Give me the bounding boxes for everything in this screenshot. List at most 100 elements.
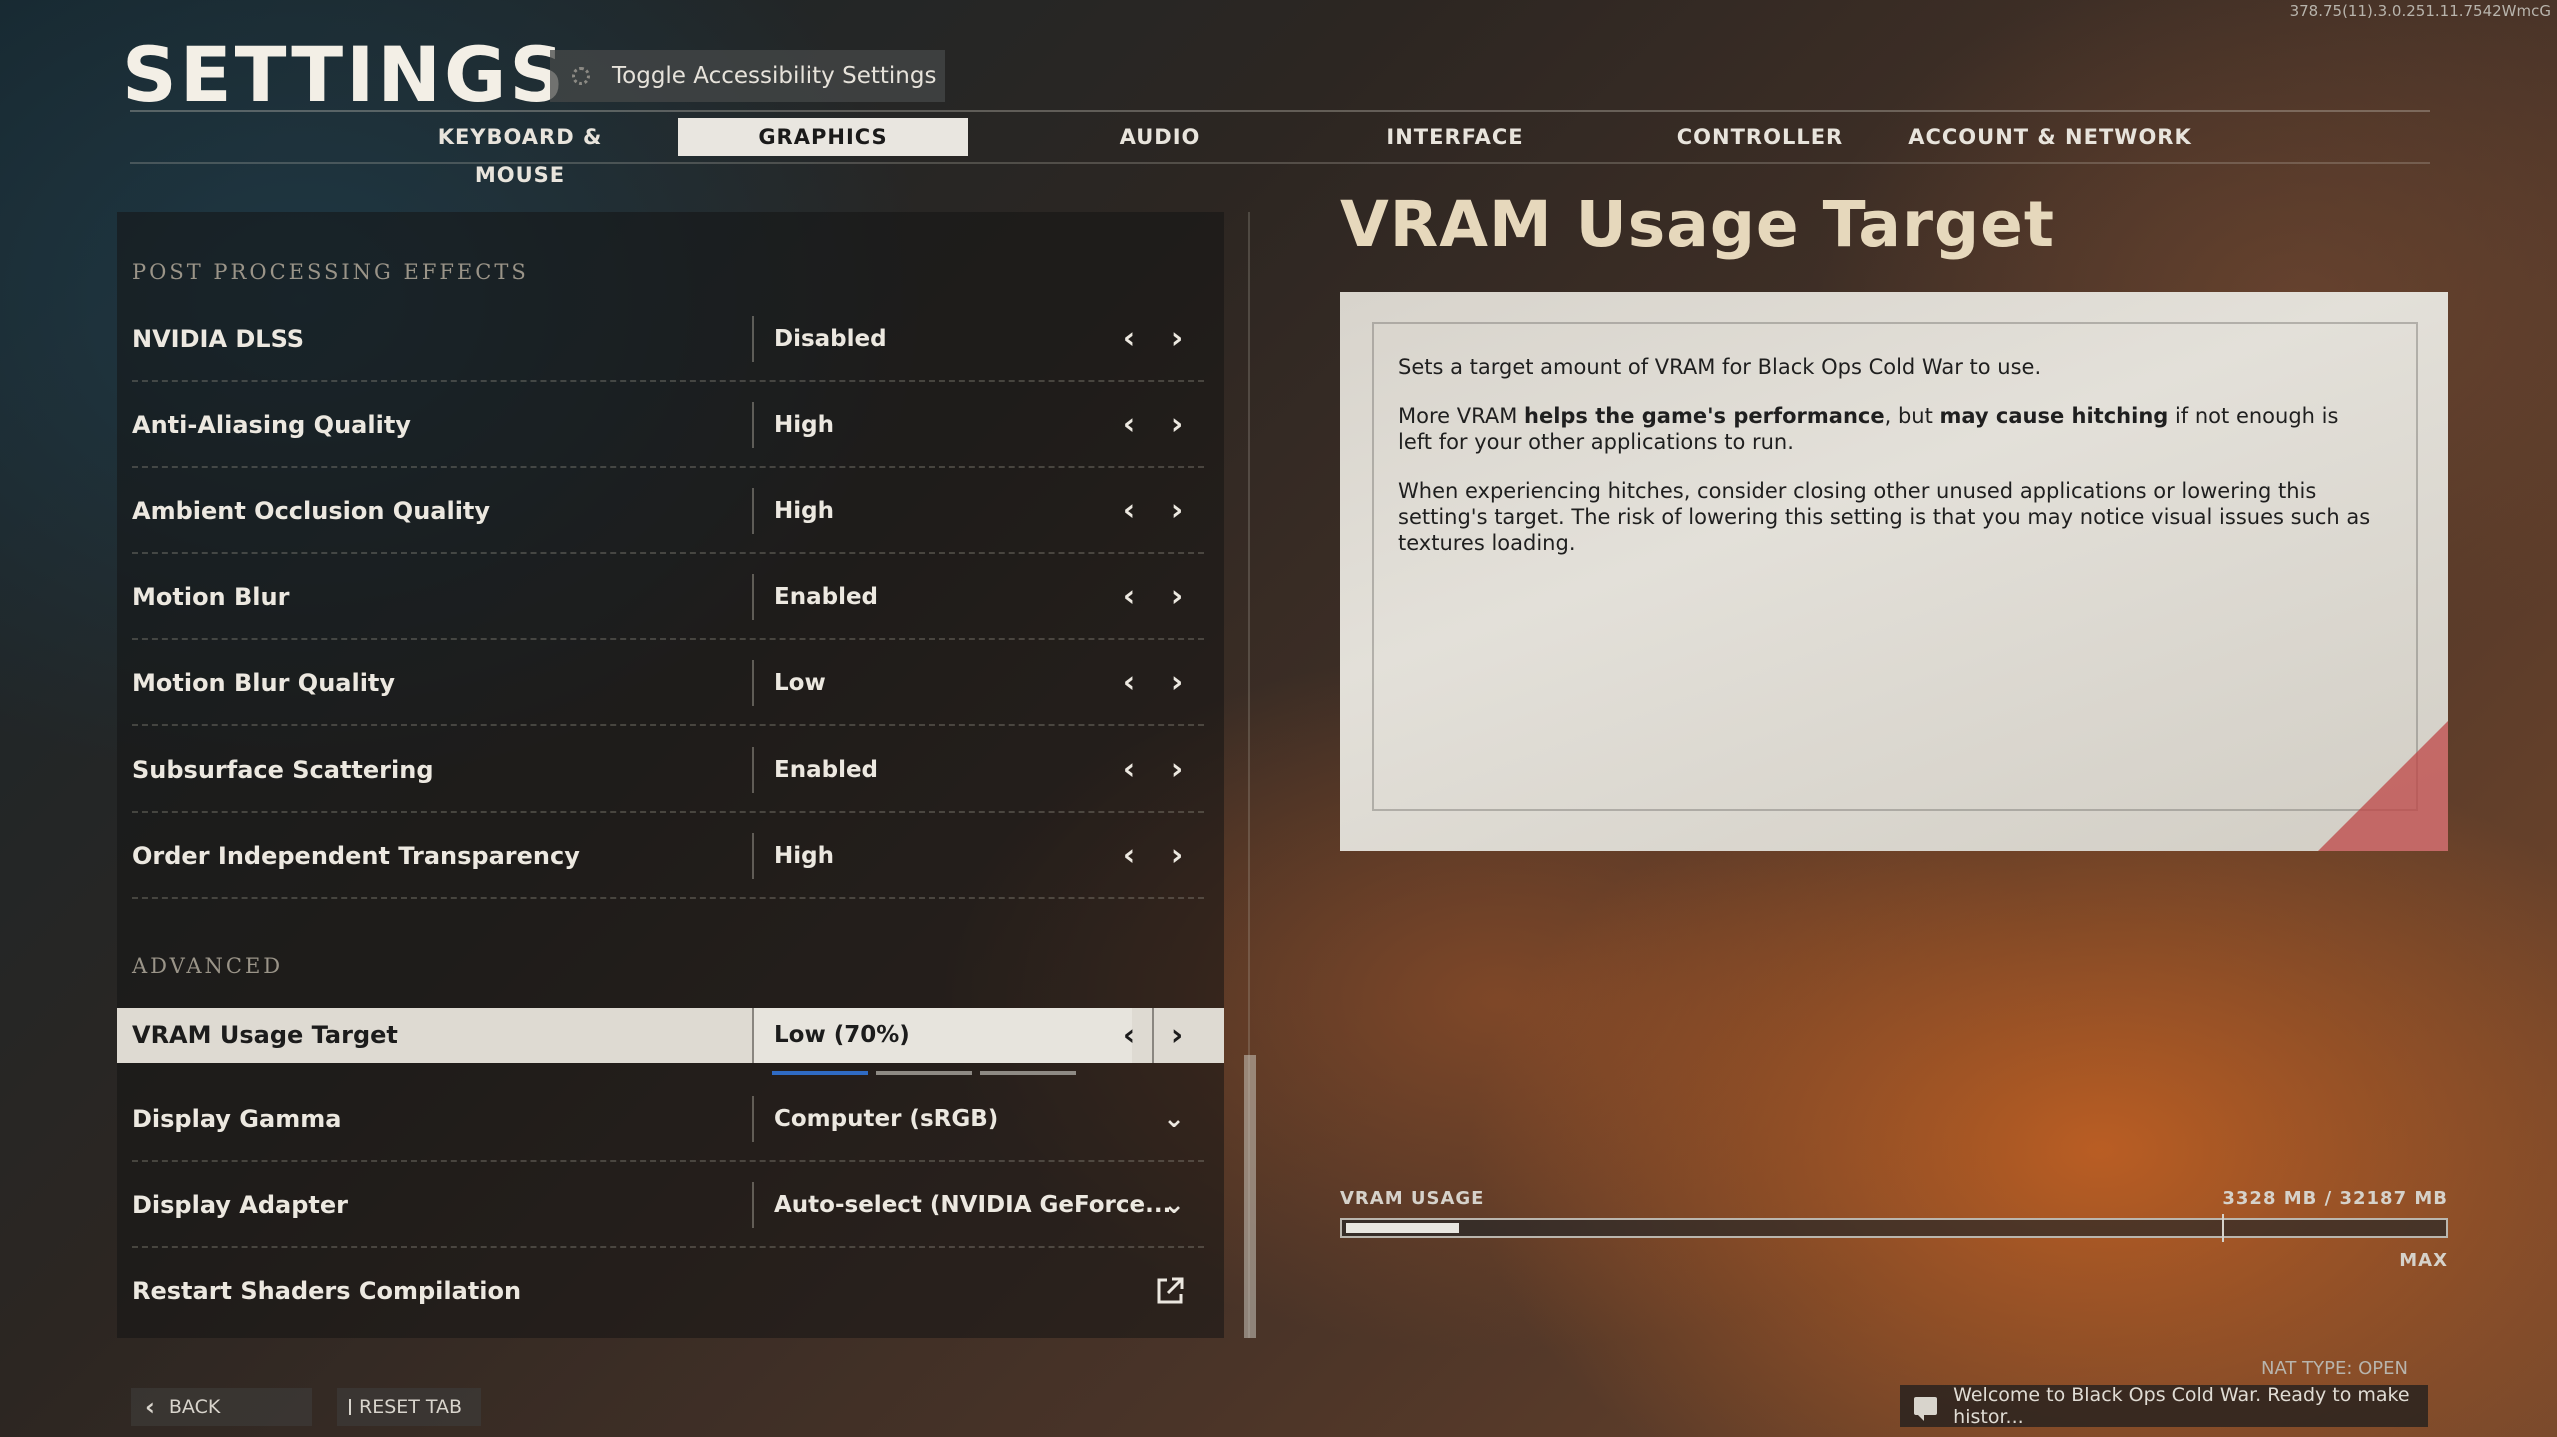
page-title: SETTINGS (122, 30, 568, 119)
back-label: BACK (168, 1396, 221, 1418)
chevron-down-icon[interactable]: ⌄ (1157, 1162, 1191, 1248)
setting-value: Low (70%) (774, 1022, 910, 1048)
description-card: Sets a target amount of VRAM for Black O… (1340, 292, 2448, 851)
value-separator (752, 1096, 754, 1142)
chevron-right-icon[interactable]: › (1160, 468, 1194, 554)
key-bar-icon (349, 1399, 351, 1415)
setting-row-anti-aliasing[interactable]: Anti-Aliasing Quality High ‹ › (117, 382, 1224, 468)
vram-level-segment (980, 1071, 1076, 1075)
tab-audio[interactable]: AUDIO (1090, 118, 1230, 156)
chevron-left-icon[interactable]: ‹ (1112, 296, 1146, 382)
setting-row-restart-shaders[interactable]: Restart Shaders Compilation (117, 1248, 1224, 1334)
tab-account-network[interactable]: ACCOUNT & NETWORK (1900, 118, 2200, 156)
toggle-accessibility-label: Toggle Accessibility Settings (612, 63, 937, 89)
tab-bar: KEYBOARD & MOUSE GRAPHICS AUDIO INTERFAC… (130, 110, 2430, 187)
chevron-down-icon[interactable]: ⌄ (1157, 1076, 1191, 1162)
setting-label: Display Gamma (132, 1105, 342, 1133)
chevron-right-icon[interactable]: › (1160, 382, 1194, 468)
setting-value: Enabled (774, 757, 879, 783)
setting-value: Disabled (774, 326, 887, 352)
description-text: Sets a target amount of VRAM for Black O… (1398, 354, 2378, 579)
tab-controller[interactable]: CONTROLLER (1655, 118, 1865, 156)
setting-value: High (774, 843, 834, 869)
setting-label: NVIDIA DLSS (132, 325, 305, 353)
row-divider (132, 897, 1204, 899)
chevron-left-icon[interactable]: ‹ (1112, 640, 1146, 726)
arrow-separator (1152, 1008, 1154, 1063)
vram-usage-amount: 3328 MB / 32187 MB (2222, 1188, 2448, 1209)
value-separator (752, 488, 754, 534)
card-corner-stripe (2318, 721, 2448, 851)
setting-value: Enabled (774, 584, 879, 610)
value-separator (752, 833, 754, 879)
vram-usage-label: VRAM USAGE (1340, 1188, 1485, 1209)
chevron-right-icon[interactable]: › (1160, 813, 1194, 899)
chevron-left-icon[interactable]: ‹ (1112, 554, 1146, 640)
chevron-left-icon[interactable]: ‹ (1112, 468, 1146, 554)
chevron-left-icon[interactable]: ‹ (1112, 382, 1146, 468)
setting-label: VRAM Usage Target (132, 1021, 398, 1049)
vram-usage-fill (1346, 1223, 1459, 1233)
setting-label: Motion Blur (132, 583, 290, 611)
value-separator (752, 1008, 754, 1063)
setting-label: Anti-Aliasing Quality (132, 411, 411, 439)
vram-max-label: MAX (2399, 1250, 2448, 1271)
setting-row-vram-usage-target[interactable]: VRAM Usage Target Low (70%) ‹ › (117, 1008, 1224, 1075)
value-separator (752, 747, 754, 793)
setting-row-display-gamma[interactable]: Display Gamma Computer (sRGB) ⌄ (117, 1076, 1224, 1162)
setting-value: High (774, 412, 834, 438)
section-post-processing-label: POST PROCESSING EFFECTS (132, 260, 529, 284)
back-button[interactable]: ‹ BACK (131, 1388, 312, 1426)
chevron-right-icon[interactable]: › (1160, 727, 1194, 813)
chevron-left-icon[interactable]: ‹ (1112, 813, 1146, 899)
chat-bubble-icon (1914, 1397, 1938, 1421)
setting-label: Display Adapter (132, 1191, 349, 1219)
version-label: 378.75(11).3.0.251.11.7542WmcG (2289, 2, 2551, 20)
toggle-accessibility-button[interactable]: Toggle Accessibility Settings (550, 50, 945, 102)
value-separator (752, 660, 754, 706)
value-separator (752, 316, 754, 362)
nat-type-label: NAT TYPE: OPEN (2261, 1358, 2408, 1379)
vram-level-segment (876, 1071, 972, 1075)
section-advanced-label: ADVANCED (132, 954, 284, 978)
detail-title: VRAM Usage Target (1340, 188, 2055, 261)
setting-row-motion-blur[interactable]: Motion Blur Enabled ‹ › (117, 554, 1224, 640)
setting-label: Ambient Occlusion Quality (132, 497, 491, 525)
vram-usage-bar (1340, 1214, 2448, 1242)
description-paragraph-1: Sets a target amount of VRAM for Black O… (1398, 355, 2042, 379)
setting-row-order-independent-transparency[interactable]: Order Independent Transparency High ‹ › (117, 813, 1224, 899)
chevron-left-icon[interactable]: ‹ (1112, 727, 1146, 813)
chevron-right-icon[interactable]: › (1160, 1008, 1194, 1063)
description-paragraph-2: More VRAM helps the game's performance, … (1398, 404, 2339, 454)
chevron-left-icon: ‹ (145, 1393, 155, 1421)
reset-tab-button[interactable]: RESET TAB (337, 1388, 481, 1426)
chat-notification[interactable]: Welcome to Black Ops Cold War. Ready to … (1900, 1384, 2428, 1428)
chat-message: Welcome to Black Ops Cold War. Ready to … (1953, 1384, 2410, 1428)
scrollbar-thumb[interactable] (1244, 1055, 1256, 1338)
chevron-right-icon[interactable]: › (1160, 640, 1194, 726)
tab-keyboard-mouse[interactable]: KEYBOARD & MOUSE (390, 118, 650, 187)
setting-label: Restart Shaders Compilation (132, 1277, 522, 1305)
reset-tab-label: RESET TAB (359, 1396, 463, 1418)
description-paragraph-3: When experiencing hitches, consider clos… (1398, 479, 2371, 555)
vram-target-marker (2222, 1214, 2224, 1242)
tab-graphics[interactable]: GRAPHICS (678, 118, 968, 156)
external-link-icon[interactable] (1153, 1274, 1187, 1308)
setting-row-subsurface-scattering[interactable]: Subsurface Scattering Enabled ‹ › (117, 727, 1224, 813)
vram-level-segment (772, 1071, 868, 1075)
setting-value: Computer (sRGB) (774, 1106, 999, 1132)
chevron-left-icon[interactable]: ‹ (1112, 1008, 1146, 1063)
setting-row-ambient-occlusion[interactable]: Ambient Occlusion Quality High ‹ › (117, 468, 1224, 554)
gear-icon (572, 67, 590, 85)
setting-row-display-adapter[interactable]: Display Adapter Auto-select (NVIDIA GeFo… (117, 1162, 1224, 1248)
setting-row-nvidia-dlss[interactable]: NVIDIA DLSS Disabled ‹ › (117, 296, 1224, 382)
row-divider (132, 724, 1204, 726)
setting-label: Order Independent Transparency (132, 842, 580, 870)
value-separator (752, 574, 754, 620)
chevron-right-icon[interactable]: › (1160, 554, 1194, 640)
setting-row-motion-blur-quality[interactable]: Motion Blur Quality Low ‹ › (117, 640, 1224, 726)
tab-interface[interactable]: INTERFACE (1350, 118, 1560, 156)
chevron-right-icon[interactable]: › (1160, 296, 1194, 382)
setting-label: Subsurface Scattering (132, 756, 434, 784)
value-separator (752, 402, 754, 448)
